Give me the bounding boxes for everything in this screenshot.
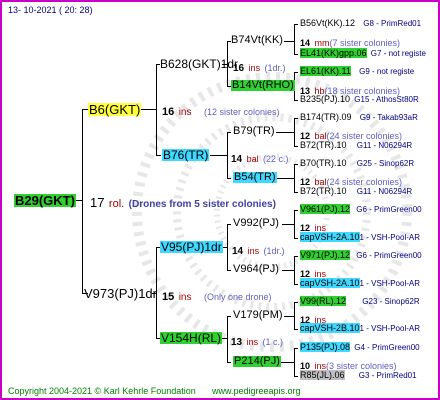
- g4-row: R85(JL).06 G3 - PrimRed01: [300, 370, 417, 380]
- report-date: 13- 10-2021 ( 20: 28): [8, 5, 93, 15]
- g4-line: G3 - PrimRed01: [358, 371, 417, 380]
- b74vt-node[interactable]: B74Vt(KK): [231, 35, 283, 46]
- v179-node[interactable]: V179(PM): [233, 310, 283, 321]
- v154-count: 13: [231, 337, 243, 348]
- g4-id[interactable]: B72(TR).10: [300, 186, 347, 196]
- g4-line: 1 - VSH-Pool-AR: [359, 233, 421, 242]
- g4-row: capVSH-2A.101 - VSH-Pool-AR: [300, 278, 421, 288]
- g4-row: V961(PJ).12 G6 - PrimGreen00: [300, 204, 422, 214]
- b628-node[interactable]: B628(GKT)1dr: [160, 58, 238, 70]
- b76-count: 14: [231, 154, 243, 165]
- g4-id[interactable]: B72(TR).10: [300, 140, 347, 150]
- g4-id[interactable]: EL41(KK)gpp.06: [300, 48, 367, 58]
- g4-id[interactable]: capVSH-2A.10: [300, 232, 360, 242]
- p214-node[interactable]: P214(PJ): [233, 356, 281, 367]
- root-queen[interactable]: B29(GKT): [14, 194, 76, 207]
- copyright-text: Copyright 2004-2021 © Karl Kehrle Founda…: [8, 386, 196, 396]
- g4-row: V971(PJ).12 G6 - PrimGreen00: [300, 250, 422, 260]
- g4-id[interactable]: R85(JL).06: [300, 370, 345, 380]
- g4-line: G9 - not registe: [359, 67, 415, 76]
- v992-node[interactable]: V992(PJ): [233, 218, 279, 229]
- v154-ins: ins: [246, 337, 259, 347]
- g4-id[interactable]: B56Vt(KK).12: [300, 18, 355, 28]
- g4-row: B72(TR).10 G11 - N06294R: [300, 141, 412, 150]
- mother-info: 16 ins (12 sister colonies): [162, 103, 279, 119]
- g4-id[interactable]: capVSH-2B.10: [300, 323, 360, 333]
- b79-node[interactable]: B79(TR): [233, 126, 275, 137]
- root-note: (Drones from 5 sister colonies): [128, 199, 276, 210]
- g4-id[interactable]: EL61(KK).11: [300, 66, 351, 76]
- root-count: 17: [90, 195, 105, 210]
- v95-note: (1dr.): [263, 246, 285, 256]
- b14vt-node[interactable]: B14Vt(RHO): [231, 80, 295, 91]
- pedigree-panel: 13- 10-2021 ( 20: 28) Copyright 2004-202…: [0, 0, 440, 400]
- v154-node[interactable]: V154H(RL): [160, 332, 223, 344]
- g4-line: 1 - VSH-Pool-AR: [359, 324, 421, 333]
- g4-count: 14: [300, 38, 311, 48]
- g4-note: (7 sister colonies): [329, 38, 400, 48]
- g4-row: capVSH-2B.101 - VSH-Pool-AR: [300, 323, 421, 333]
- b76-node[interactable]: B76(TR): [162, 149, 210, 161]
- g4-id[interactable]: V961(PJ).12: [300, 204, 351, 214]
- g4-row: B56Vt(KK).12 G8 - PrimRed01: [300, 19, 421, 28]
- b76-info: 14 bal (22 c.): [231, 150, 289, 166]
- g4-row: P135(PJ).08 G4 - PrimGreen00: [300, 342, 420, 352]
- g4-line: G23 - Sinop62R: [362, 297, 420, 306]
- father-count: 15: [162, 291, 175, 303]
- v95-count: 14: [232, 246, 244, 257]
- g4-line: 1 - VSH-Pool-AR: [359, 279, 421, 288]
- g4-line: G8 - PrimRed01: [363, 19, 422, 28]
- v95-info: 14 ins (1dr.): [232, 242, 285, 258]
- g4-row: B70(TR).10 G25 - Sinop62R: [300, 159, 414, 168]
- father-info: 15 ins (Only one drone): [162, 288, 272, 304]
- g4-id[interactable]: B235(PJ).10: [300, 94, 350, 104]
- g4-row: V99(RL).12 G23 - Sinop62R: [300, 296, 420, 306]
- g4-id[interactable]: V971(PJ).12: [300, 250, 351, 260]
- g4-row: B174(TR).09 G9 - Takab93aR: [300, 113, 418, 122]
- g4-id[interactable]: P135(PJ).08: [300, 342, 351, 352]
- father-note: (Only one drone): [203, 292, 272, 302]
- v95-ins: ins: [247, 246, 260, 256]
- g4-line: G6 - PrimGreen00: [356, 251, 422, 260]
- v95-node[interactable]: V95(PJ)1dr: [160, 241, 223, 253]
- father-ins: ins: [178, 292, 192, 303]
- g4-id[interactable]: B174(TR).09: [300, 112, 352, 122]
- site-link[interactable]: www.pedigreeapis.org: [212, 387, 301, 396]
- v964-node[interactable]: V964(PJ): [233, 264, 279, 275]
- g4-line: G11 - N06294R: [356, 187, 413, 196]
- b628-ins: ins: [248, 63, 261, 73]
- g4-line: G9 - Takab93aR: [359, 113, 418, 122]
- mother-count: 16: [162, 106, 175, 118]
- mother-queen[interactable]: B6(GKT): [88, 103, 142, 116]
- b628-count: 16: [233, 63, 245, 74]
- g4-line: G11 - N06294R: [356, 141, 413, 150]
- mother-ins: ins: [178, 107, 192, 118]
- g4-id[interactable]: V99(RL).12: [300, 296, 347, 306]
- b628-note: (1dr.): [264, 63, 286, 73]
- b54-node[interactable]: B54(TR): [233, 172, 277, 183]
- g4-line: G15 - AthosSt80R: [354, 95, 419, 104]
- b628-info: 16 ins (1dr.): [233, 59, 286, 75]
- g4-line: G7 - not registe: [370, 49, 426, 58]
- father-drone[interactable]: V973(PJ)1dr: [84, 287, 157, 300]
- v154-info: 13 ins (1 c.): [231, 333, 283, 349]
- v154-note: (1 c.): [262, 337, 284, 347]
- g4-ins: mm: [314, 38, 330, 48]
- g4-row: capVSH-2A.101 - VSH-Pool-AR: [300, 232, 421, 242]
- b76-note: (22 c.): [263, 154, 289, 164]
- g4-id[interactable]: capVSH-2A.10: [300, 278, 360, 288]
- b76-ins: bal: [246, 154, 259, 164]
- g4-line: G4 - PrimGreen00: [354, 343, 420, 352]
- g4-row: EL41(KK)gpp.06 G7 - not registe: [300, 48, 426, 58]
- mother-note: (12 sister colonies): [203, 107, 280, 117]
- g4-row: EL61(KK).11 G9 - not registe: [300, 66, 415, 76]
- root-info: 17 rol. (Drones from 5 sister colonies): [90, 195, 276, 211]
- root-ins: rol.: [108, 198, 125, 210]
- g4-line: G6 - PrimGreen00: [356, 205, 422, 214]
- g4-row: B235(PJ).10 G15 - AthosSt80R: [300, 95, 419, 104]
- g4-id[interactable]: B70(TR).10: [300, 158, 347, 168]
- g4-line: G25 - Sinop62R: [356, 159, 415, 168]
- g4-row: B72(TR).10 G11 - N06294R: [300, 187, 412, 196]
